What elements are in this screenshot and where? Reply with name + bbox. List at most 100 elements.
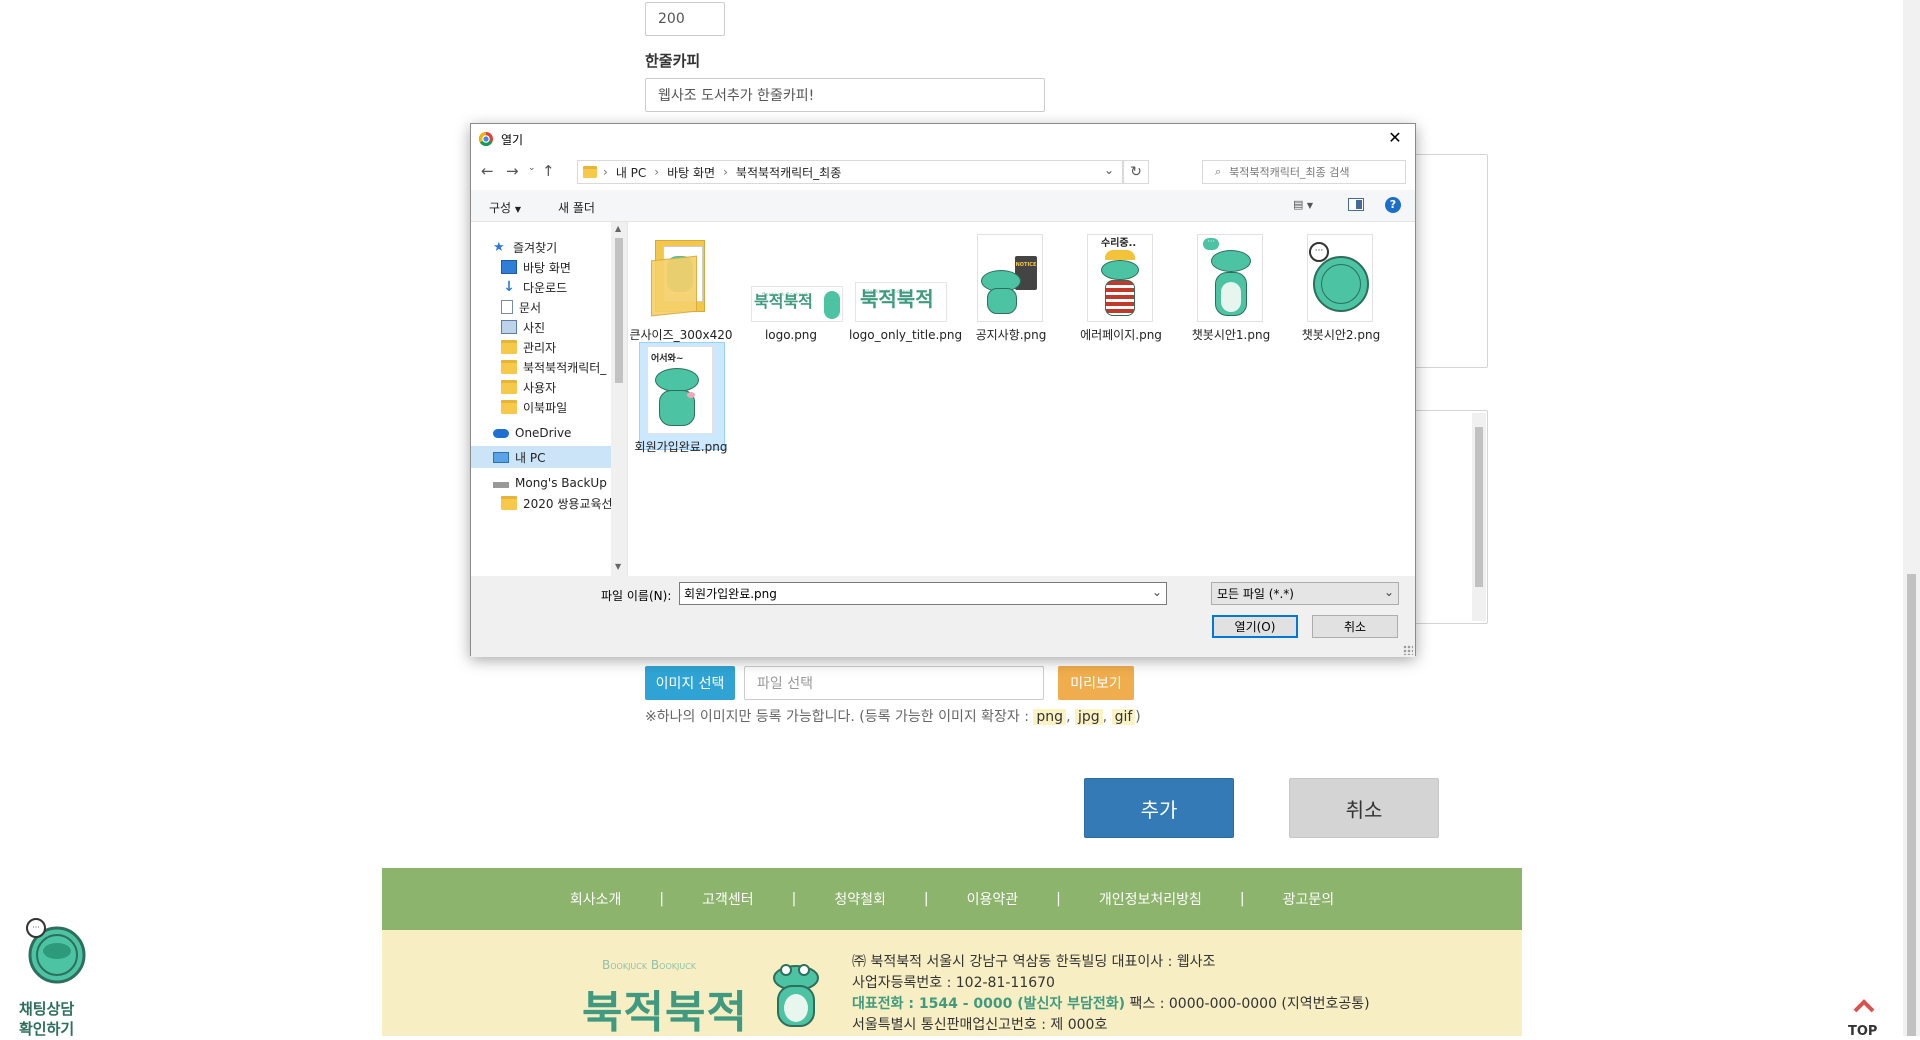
- image-select-button[interactable]: 이미지 선택: [645, 666, 735, 700]
- close-icon[interactable]: ✕: [1385, 128, 1405, 148]
- folder-icon: [501, 496, 517, 510]
- help-icon[interactable]: ?: [1385, 197, 1401, 213]
- nav-item-documents[interactable]: 문서📌: [501, 296, 628, 318]
- nav-scrollbar[interactable]: ▲ ▼: [611, 222, 627, 576]
- nav-item-character-folder[interactable]: 북적북적캐릭터_: [501, 356, 628, 378]
- folder-icon: [501, 400, 517, 414]
- nav-item-favorites[interactable]: ★즐겨찾기: [493, 236, 628, 258]
- dialog-address-bar: ← → ⌄ ↑ › 내 PC › 바탕 화면 › 북적북적캐릭터_최종 ⌄ ↻ …: [471, 154, 1415, 190]
- file-item-chatbot2[interactable]: ··· 챗봇시안2.png: [1289, 234, 1393, 343]
- file-item-logo-only-title[interactable]: Bookjuck Bookjuck 북적북적 logo_only_title.p…: [849, 234, 953, 343]
- organize-button[interactable]: 구성 ▼: [489, 199, 521, 216]
- resize-grip-icon[interactable]: [1403, 645, 1413, 655]
- footer-bizno-line: 사업자등록번호 : 102-81-11670: [852, 973, 1370, 994]
- top-button[interactable]: TOP: [1844, 994, 1884, 1036]
- cancel-button[interactable]: 취소: [1289, 778, 1439, 838]
- chat-croc-icon: ···: [20, 918, 86, 984]
- file-placeholder: 파일 선택: [757, 673, 813, 693]
- nav-item-desktop[interactable]: 바탕 화면📌: [501, 256, 628, 278]
- dialog-search-input[interactable]: ⌕ 북적북적캐릭터_최종 검색: [1202, 160, 1406, 184]
- cloud-icon: [493, 429, 509, 438]
- file-name-label: 공지사항.png: [959, 328, 1063, 343]
- footer-link-ads[interactable]: 광고문의: [1283, 889, 1335, 909]
- editor-scrollbar[interactable]: [1472, 413, 1486, 621]
- navigation-pane: ★즐겨찾기 바탕 화면📌 ↓다운로드📌 문서📌 사진📌 관리자 북적북적캐릭터_…: [471, 222, 628, 576]
- svg-text:···: ···: [32, 923, 40, 932]
- breadcrumb-current-folder[interactable]: 북적북적캐릭터_최종: [736, 164, 841, 181]
- dialog-cancel-button[interactable]: 취소: [1312, 615, 1398, 638]
- file-name-label: 큰사이즈_300x420: [629, 328, 733, 343]
- preview-button[interactable]: 미리보기: [1058, 666, 1134, 700]
- up-arrow-icon[interactable]: ↑: [542, 162, 555, 180]
- add-button[interactable]: 추가: [1084, 778, 1234, 838]
- filename-input[interactable]: 회원가입완료.png ⌄: [679, 582, 1167, 605]
- breadcrumb[interactable]: › 내 PC › 바탕 화면 › 북적북적캐릭터_최종 ⌄: [577, 160, 1123, 184]
- file-name-input[interactable]: 파일 선택: [744, 666, 1044, 700]
- footer-link-support[interactable]: 고객센터: [702, 889, 754, 909]
- nav-item-my-pc[interactable]: 내 PC: [493, 446, 628, 468]
- preview-pane-icon[interactable]: [1348, 198, 1364, 211]
- file-item-logo[interactable]: Bookjuck Bookjuck 북적북적 logo.png: [739, 234, 843, 343]
- folder-icon: [501, 360, 517, 374]
- logo-thumbnail: Bookjuck Bookjuck 북적북적: [751, 234, 831, 324]
- footer-croc-mascot: [766, 960, 826, 1036]
- footer-info: ㈜ 북적북적 서울시 강남구 역삼동 한독빌딩 대표이사 : 웹사조 사업자등록…: [852, 952, 1370, 1036]
- folder-icon: [501, 380, 517, 394]
- download-icon: ↓: [501, 280, 517, 294]
- nav-item-onedrive[interactable]: OneDrive: [493, 422, 628, 444]
- caret-down-icon: ▼: [515, 205, 521, 214]
- chevron-down-icon[interactable]: ⌄: [1104, 163, 1114, 177]
- top-label: TOP: [1848, 1024, 1877, 1036]
- footer-link-terms[interactable]: 이용약관: [967, 889, 1019, 909]
- breadcrumb-desktop[interactable]: 바탕 화면: [667, 164, 715, 181]
- forward-arrow-icon[interactable]: →: [506, 162, 519, 180]
- open-button[interactable]: 열기(O): [1212, 615, 1298, 638]
- copy-input[interactable]: 웹사조 도서추가 한줄카피!: [645, 78, 1045, 112]
- filename-label: 파일 이름(N):: [601, 587, 671, 604]
- chrome-icon: [479, 132, 493, 146]
- nav-item-ebook[interactable]: 이북파일: [501, 396, 628, 418]
- footer-body: Bookjuck Bookjuck 북적북적 ㈜ 북적북적 서울시 강남구 역삼…: [382, 930, 1522, 1036]
- file-item-welcome[interactable]: 어서와~ 회원가입완료.png: [629, 346, 733, 455]
- footer-link-privacy[interactable]: 개인정보처리방침: [1099, 889, 1202, 909]
- breadcrumb-my-pc[interactable]: 내 PC: [616, 164, 646, 181]
- footer-link-withdraw[interactable]: 청약철회: [834, 889, 886, 909]
- chevron-down-icon[interactable]: ⌄: [1152, 585, 1162, 599]
- footer-link-company[interactable]: 회사소개: [570, 889, 622, 909]
- nav-item-users[interactable]: 사용자: [501, 376, 628, 398]
- page-scrollbar[interactable]: [1903, 0, 1920, 1036]
- new-folder-button[interactable]: 새 폴더: [558, 199, 595, 216]
- file-item-error-page[interactable]: 수리중.. 에러페이지.png: [1069, 234, 1173, 343]
- image-select-label: 이미지 선택: [656, 673, 725, 693]
- add-label: 추가: [1141, 794, 1178, 823]
- back-arrow-icon[interactable]: ←: [481, 162, 494, 180]
- error-thumbnail: 수리중..: [1081, 234, 1161, 324]
- image-note: ※하나의 이미지만 등록 가능합니다. (등록 가능한 이미지 확장자 : pn…: [645, 706, 1141, 726]
- star-icon: ★: [493, 240, 507, 254]
- dialog-footer: 파일 이름(N): 회원가입완료.png ⌄ 모든 파일 (*.*) ⌄ 열기(…: [471, 576, 1415, 657]
- dialog-title: 열기: [501, 131, 523, 148]
- file-item-notice[interactable]: NOTICE 공지사항.png: [959, 234, 1063, 343]
- file-type-select[interactable]: 모든 파일 (*.*) ⌄: [1211, 582, 1399, 605]
- folder-icon: [501, 340, 517, 354]
- dialog-titlebar: 열기 ✕: [471, 124, 1415, 154]
- picture-icon: [501, 320, 517, 334]
- nav-item-pictures[interactable]: 사진📌: [501, 316, 628, 338]
- file-name-label: 챗봇시안1.png: [1179, 328, 1283, 343]
- file-type-value: 모든 파일 (*.*): [1217, 585, 1294, 602]
- welcome-thumbnail: 어서와~: [641, 346, 721, 436]
- view-options-icon[interactable]: ▤ ▼: [1293, 198, 1313, 211]
- recent-dropdown-icon[interactable]: ⌄: [528, 163, 536, 173]
- drive-icon: [493, 482, 509, 488]
- file-item-chatbot1[interactable]: ··· 챗봇시안1.png: [1179, 234, 1283, 343]
- refresh-button[interactable]: ↻: [1123, 160, 1149, 184]
- file-item-folder-bigsize[interactable]: 큰사이즈_300x420: [629, 234, 733, 343]
- quantity-input[interactable]: 200: [645, 2, 725, 36]
- footer-logo: Bookjuck Bookjuck 북적북적: [582, 958, 772, 1028]
- nav-item-2020-folder[interactable]: 2020 쌍용교육선: [501, 492, 628, 514]
- nav-item-admin[interactable]: 관리자: [501, 336, 628, 358]
- filename-value: 회원가입완료.png: [684, 585, 777, 602]
- nav-item-backup-drive[interactable]: Mong's BackUp (I: [493, 472, 628, 494]
- chat-widget[interactable]: ··· 채팅상담 확인하기: [14, 918, 88, 1036]
- nav-item-downloads[interactable]: ↓다운로드📌: [501, 276, 628, 298]
